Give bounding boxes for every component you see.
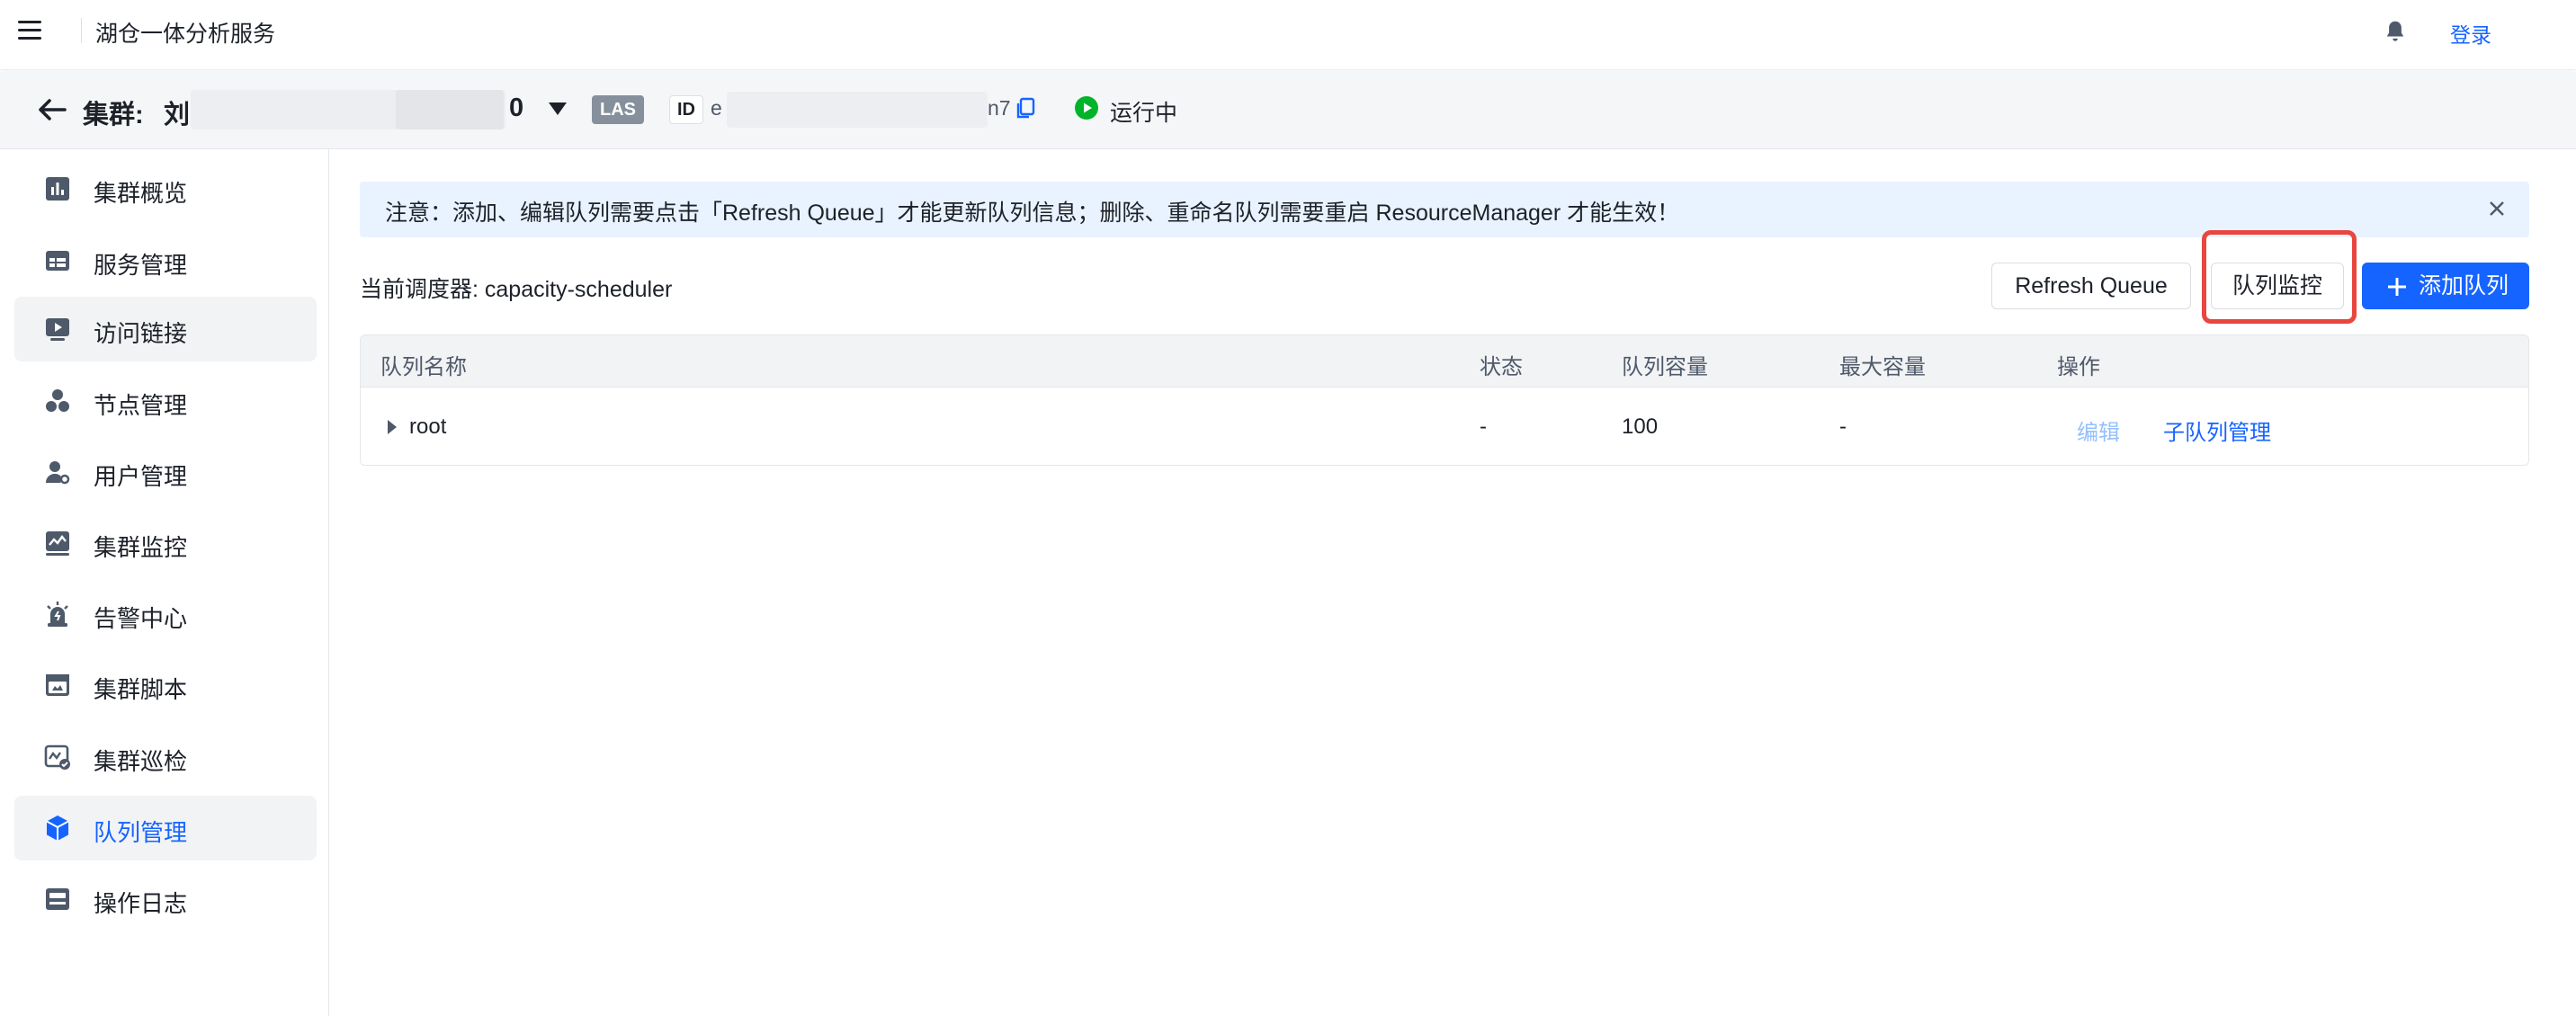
sidebar-item-label: 集群脚本 [94,676,188,703]
refresh-queue-button[interactable]: Refresh Queue [1991,263,2191,309]
current-scheduler: 当前调度器: capacity-scheduler [360,277,673,302]
sidebar-item-alert-center[interactable]: 告警中心 [14,582,317,646]
queue-max-capacity: - [1839,414,1847,439]
cluster-label: 集群: [83,101,144,129]
sidebar-item-label: 访问链接 [94,320,188,347]
top-bar: 湖仓一体分析服务 登录 [0,0,2576,70]
plus-icon [2388,278,2406,296]
log-icon [46,888,69,910]
sub-queue-management-link[interactable]: 子队列管理 [2163,414,2271,446]
sidebar-item-cluster-inspection[interactable]: 集群巡检 [14,725,317,789]
add-queue-button[interactable]: 添加队列 [2362,263,2529,309]
sidebar-item-label: 用户管理 [94,463,188,490]
sidebar-item-label: 告警中心 [94,605,188,632]
cluster-id-suffix: n7 [988,96,1011,120]
topbar-divider [81,18,82,43]
play-screen-icon [46,318,69,341]
copy-icon[interactable] [1015,97,1036,120]
cube-icon [46,815,69,841]
app-title: 湖仓一体分析服务 [95,22,276,47]
back-arrow-icon[interactable] [34,92,70,128]
expand-caret-icon[interactable] [388,420,397,434]
sidebar-item-label: 节点管理 [94,392,188,419]
column-header: 队列容量 [1622,355,1708,379]
sidebar-item-service-management[interactable]: 服务管理 [14,228,317,293]
cluster-id-prefix: e [711,96,722,120]
close-icon[interactable] [2486,198,2508,219]
cluster-name-prefix: 刘 [164,101,191,129]
cluster-header: 集群: 刘 0 LAS ID e n7 运行中 [0,72,2576,149]
table-header: 队列名称 状态 队列容量 最大容量 操作 [361,335,2528,388]
sidebar-item-cluster-scripts[interactable]: 集群脚本 [14,653,317,717]
login-link[interactable]: 登录 [2450,18,2491,49]
monitor-chart-icon [46,531,69,556]
cluster-dropdown-icon[interactable] [549,102,567,115]
sidebar-item-label: 服务管理 [94,252,188,279]
notice-text: 注意：添加、编辑队列需要点击「Refresh Queue」才能更新队列信息；删除… [385,201,1680,226]
table-row: root - 100 - 编辑 子队列管理 [361,388,2528,465]
edit-link[interactable]: 编辑 [2077,414,2120,446]
bell-icon[interactable] [2382,18,2409,45]
sidebar-item-label: 集群巡检 [94,748,188,775]
cluster-status: 运行中 [1110,101,1178,126]
redacted-cluster-id [727,92,988,128]
id-badge: ID [669,95,703,124]
queue-name: root [409,414,447,439]
sidebar-item-operation-log[interactable]: 操作日志 [14,867,317,931]
sidebar-item-label: 队列管理 [94,819,188,846]
sidebar-item-cluster-monitoring[interactable]: 集群监控 [14,511,317,575]
sidebar-item-label: 集群概览 [94,180,188,207]
cluster-type-badge: LAS [592,95,644,124]
sidebar-item-label: 操作日志 [94,890,188,917]
sidebar-item-label: 集群监控 [94,534,188,561]
column-header: 状态 [1480,355,1523,379]
running-status-icon [1075,96,1098,120]
sidebar-item-access-links[interactable]: 访问链接 [14,297,317,361]
queue-capacity: 100 [1622,414,1659,439]
redacted-cluster-name-part [396,90,504,129]
sidebar-item-user-management[interactable]: 用户管理 [14,440,317,504]
user-settings-icon [46,461,70,485]
sidebar-item-node-management[interactable]: 节点管理 [14,369,317,433]
highlight-annotation [2202,230,2357,324]
alarm-icon [47,602,68,627]
hamburger-menu-icon[interactable] [18,21,41,40]
queue-table: 队列名称 状态 队列容量 最大容量 操作 root - 100 - 编辑 子队列… [360,334,2529,466]
add-queue-label: 添加队列 [2419,273,2509,299]
cluster-name-suffix: 0 [509,94,524,122]
script-icon [46,674,69,696]
bar-chart-icon [46,177,69,201]
sidebar: 集群概览 服务管理 访问链接 节点管理 用户管理 集群监控 告警中心 集群脚本 … [0,149,329,1016]
column-header: 最大容量 [1839,355,1926,379]
sidebar-item-cluster-overview[interactable]: 集群概览 [14,156,317,221]
sidebar-item-queue-management[interactable]: 队列管理 [14,796,317,860]
inspection-icon [44,744,70,770]
nodes-icon [46,389,69,412]
queue-status: - [1480,414,1487,439]
service-panel-icon [46,251,69,271]
column-header: 队列名称 [380,355,467,379]
column-header: 操作 [2057,355,2100,379]
notice-banner: 注意：添加、编辑队列需要点击「Refresh Queue」才能更新队列信息；删除… [360,182,2529,237]
